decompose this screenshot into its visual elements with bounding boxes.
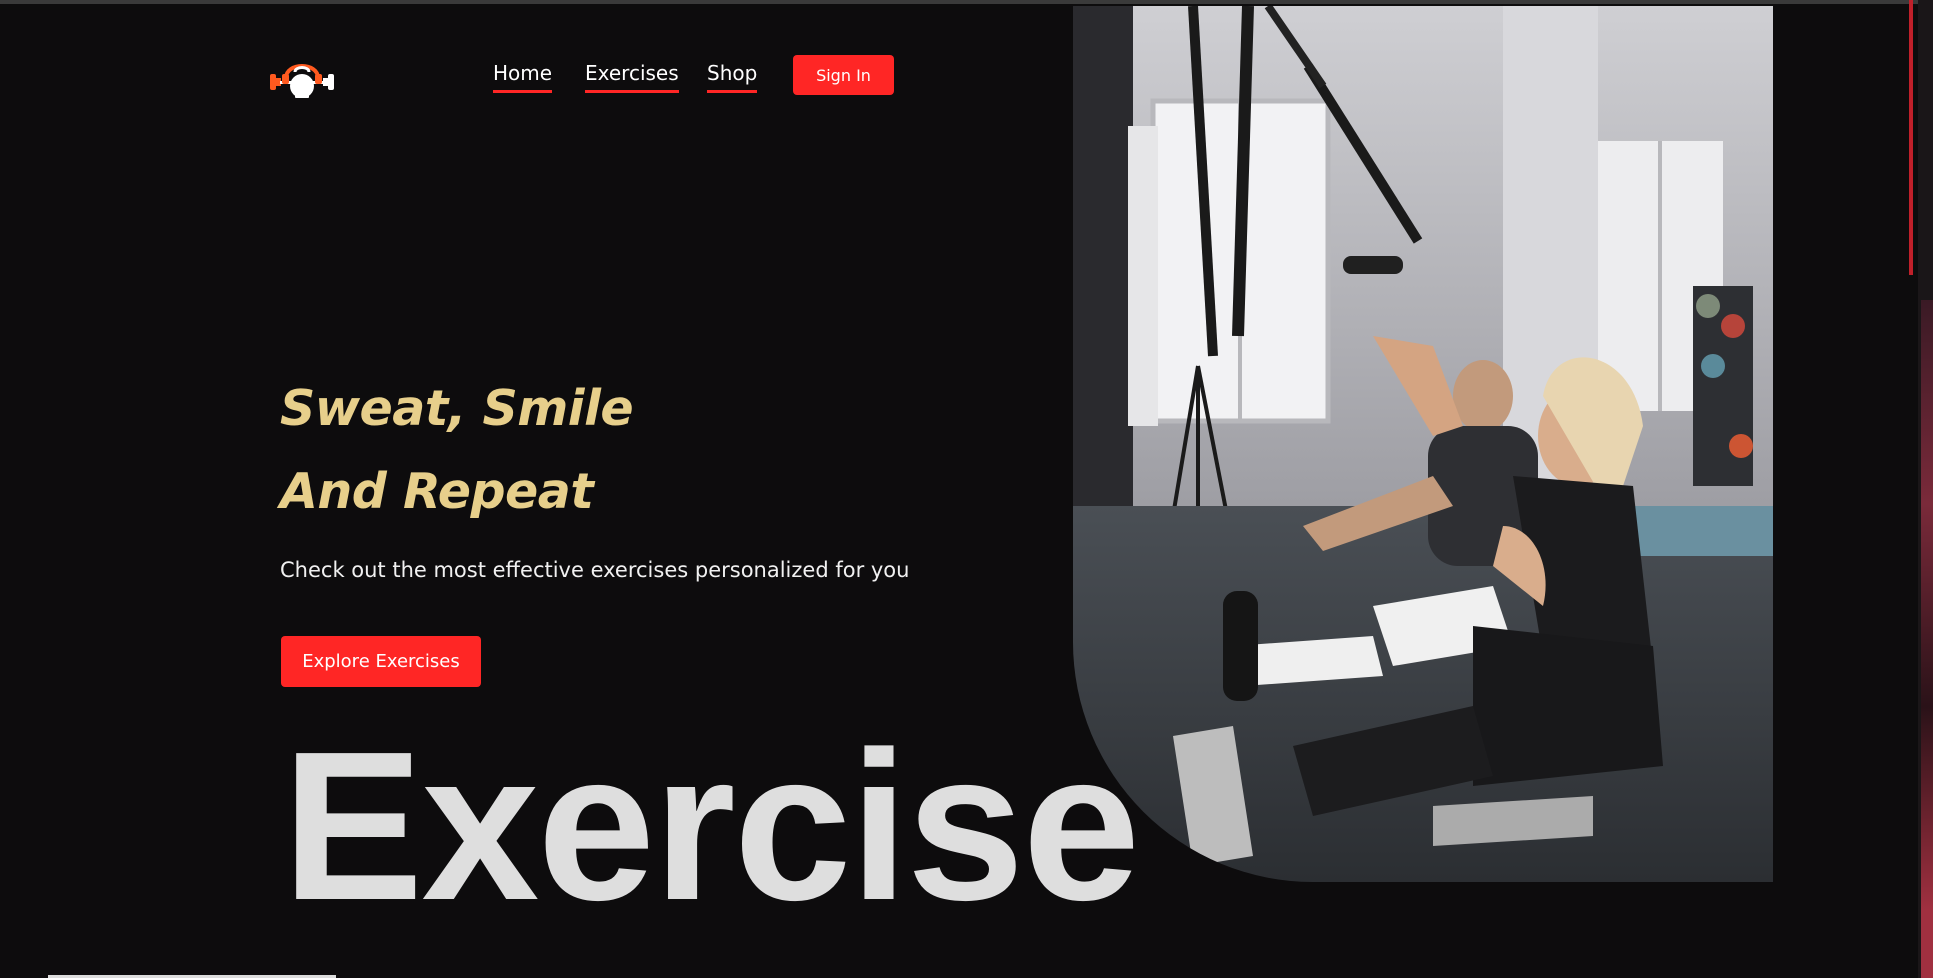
adjacent-window-strip xyxy=(1921,300,1933,978)
sign-in-button[interactable]: Sign In xyxy=(793,55,894,95)
kettlebell-logo-icon[interactable] xyxy=(268,56,336,102)
hero-title-line-2: And Repeat xyxy=(280,463,594,520)
hero-banner-image xyxy=(1073,6,1773,882)
hero-subtitle: Check out the most effective exercises p… xyxy=(280,558,910,582)
nav-exercises-link[interactable]: Exercises xyxy=(585,60,679,93)
nav-home-link[interactable]: Home xyxy=(493,60,553,93)
hero-title-line-1: Sweat, Smile xyxy=(280,380,634,437)
browser-top-border xyxy=(0,0,1933,4)
scrollbar-thumb[interactable] xyxy=(1909,0,1913,275)
explore-exercises-button[interactable]: Explore Exercises xyxy=(281,636,481,687)
exercise-watermark-heading: Exercise xyxy=(282,707,1140,944)
nav-shop-link[interactable]: Shop xyxy=(707,60,758,93)
